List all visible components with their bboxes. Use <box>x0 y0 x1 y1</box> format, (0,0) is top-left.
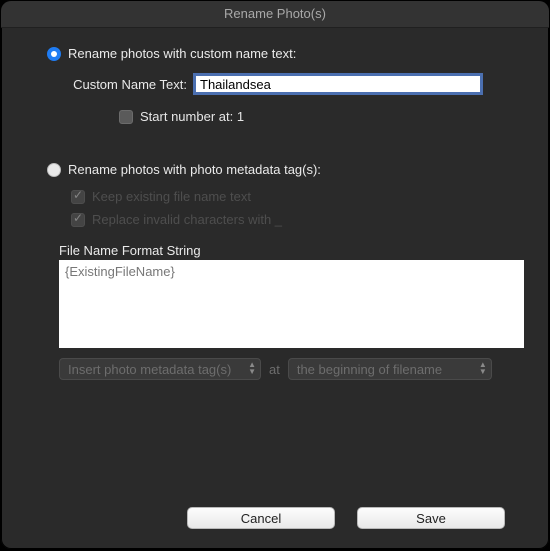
keep-existing-label: Keep existing file name text <box>92 189 251 204</box>
radio-custom-name-label: Rename photos with custom name text: <box>68 46 296 61</box>
dialog-content: Rename photos with custom name text: Cus… <box>1 28 549 549</box>
format-block: File Name Format String <box>59 243 527 348</box>
at-label: at <box>261 362 288 377</box>
option-custom-name-row[interactable]: Rename photos with custom name text: <box>47 46 527 61</box>
radio-metadata[interactable] <box>47 163 61 177</box>
dialog-footer: Cancel Save <box>23 507 527 549</box>
position-select-value: the beginning of filename <box>297 362 442 377</box>
insert-row: Insert photo metadata tag(s) ▲▼ at the b… <box>59 358 527 380</box>
dialog-window: Rename Photo(s) Rename photos with custo… <box>1 1 549 549</box>
chevron-updown-icon: ▲▼ <box>479 361 485 375</box>
replace-invalid-label: Replace invalid characters with _ <box>92 212 282 227</box>
keep-existing-checkbox <box>71 190 85 204</box>
chevron-updown-icon: ▲▼ <box>248 361 254 375</box>
option-metadata-row[interactable]: Rename photos with photo metadata tag(s)… <box>47 162 527 177</box>
custom-name-label: Custom Name Text: <box>47 77 193 92</box>
insert-metadata-select: Insert photo metadata tag(s) ▲▼ <box>59 358 261 380</box>
start-number-checkbox[interactable] <box>119 110 133 124</box>
start-number-label: Start number at: 1 <box>140 109 244 124</box>
window-title: Rename Photo(s) <box>1 1 549 28</box>
keep-existing-row: Keep existing file name text <box>71 189 527 204</box>
replace-invalid-checkbox <box>71 213 85 227</box>
cancel-button[interactable]: Cancel <box>187 507 335 529</box>
format-string-textarea <box>59 260 524 348</box>
insert-metadata-select-value: Insert photo metadata tag(s) <box>68 362 231 377</box>
format-heading: File Name Format String <box>59 243 527 258</box>
custom-name-input[interactable] <box>193 73 483 95</box>
save-button[interactable]: Save <box>357 507 505 529</box>
position-select: the beginning of filename ▲▼ <box>288 358 492 380</box>
start-number-row[interactable]: Start number at: 1 <box>119 109 527 124</box>
radio-custom-name[interactable] <box>47 47 61 61</box>
radio-metadata-label: Rename photos with photo metadata tag(s)… <box>68 162 321 177</box>
custom-name-row: Custom Name Text: <box>47 73 527 95</box>
replace-invalid-row: Replace invalid characters with _ <box>71 212 527 227</box>
